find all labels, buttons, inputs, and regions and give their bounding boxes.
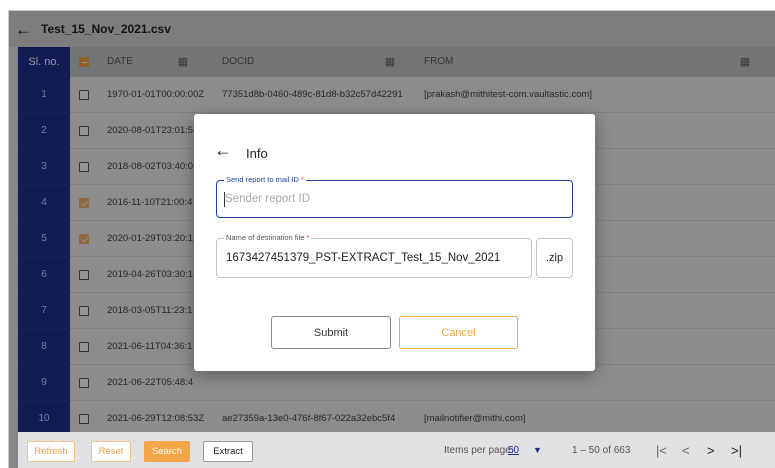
back-arrow-icon[interactable]: ← xyxy=(214,141,232,159)
footer-bar: Refresh Reset Search Extract Items per p… xyxy=(18,432,775,468)
destination-file-label-text: Name of destination file xyxy=(226,233,305,242)
pagination-range: 1 – 50 of 663 xyxy=(572,445,631,456)
search-button[interactable]: Search xyxy=(144,441,190,462)
next-page-icon[interactable]: > xyxy=(707,432,715,468)
first-page-icon[interactable]: |< xyxy=(656,432,667,468)
mail-id-label: Send report to mail ID * xyxy=(224,175,306,185)
destination-file-label: Name of destination file * xyxy=(224,233,312,243)
mail-id-placeholder: Sender report ID xyxy=(225,193,311,205)
mail-id-field[interactable]: Send report to mail ID * Sender report I… xyxy=(216,175,573,218)
extract-button[interactable]: Extract xyxy=(203,441,253,462)
refresh-button[interactable]: Refresh xyxy=(27,441,75,462)
items-per-page-label: Items per page: xyxy=(444,445,514,456)
submit-button[interactable]: Submit xyxy=(271,316,391,349)
dialog-title: Info xyxy=(246,146,268,161)
previous-page-icon[interactable]: < xyxy=(682,432,690,468)
reset-button[interactable]: Reset xyxy=(91,441,131,462)
dropdown-caret-icon[interactable]: ▼ xyxy=(533,432,542,468)
required-mark: * xyxy=(306,233,310,242)
destination-file-field[interactable]: Name of destination file * 1673427451379… xyxy=(216,233,532,278)
info-dialog: ← Info Send report to mail ID * Sender r… xyxy=(194,114,595,371)
cancel-button[interactable]: Cancel xyxy=(399,316,518,349)
mail-id-label-text: Send report to mail ID xyxy=(226,175,299,184)
last-page-icon[interactable]: >| xyxy=(731,432,742,468)
items-per-page-select[interactable]: 50 xyxy=(508,432,519,468)
file-extension: .zip xyxy=(536,238,573,278)
required-mark: * xyxy=(301,175,304,184)
destination-file-value[interactable]: 1673427451379_PST-EXTRACT_Test_15_Nov_20… xyxy=(226,252,500,264)
